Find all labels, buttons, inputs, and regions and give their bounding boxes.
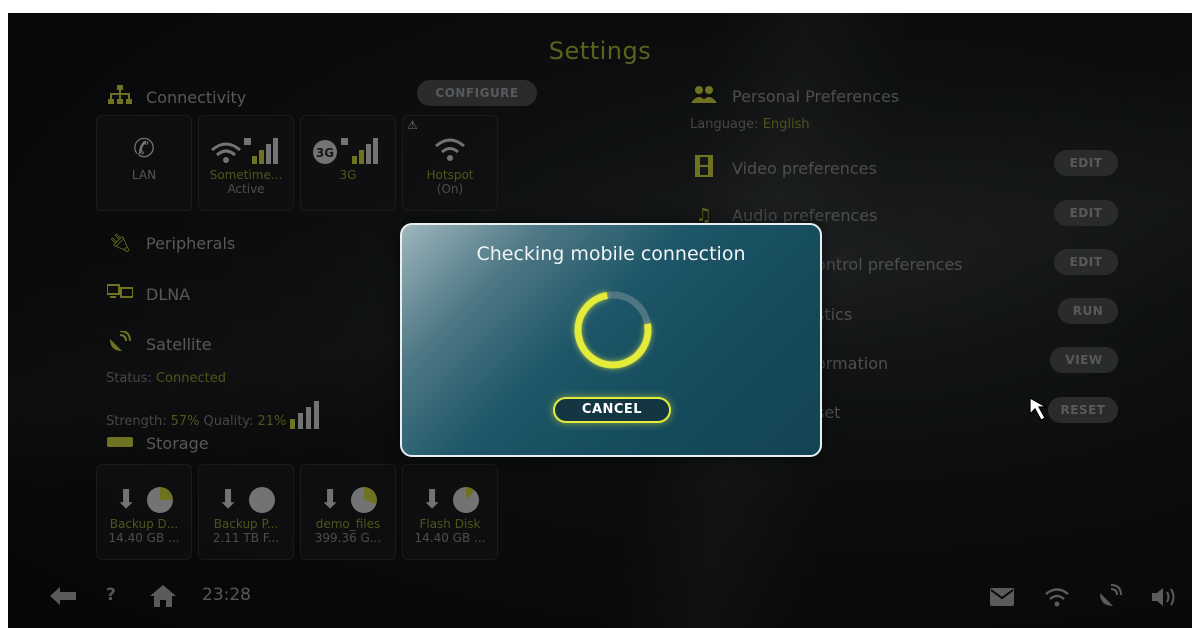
settings-screen: Settings Connectivity CONFIGURE ✆ LAN So… [8, 13, 1192, 628]
loading-spinner-icon [574, 291, 652, 369]
cancel-button[interactable]: CANCEL [553, 397, 671, 423]
dialog-title: Checking mobile connection [476, 243, 746, 265]
checking-connection-dialog: Checking mobile connection CANCEL [400, 223, 822, 457]
pointer-cursor-icon [1029, 396, 1049, 421]
